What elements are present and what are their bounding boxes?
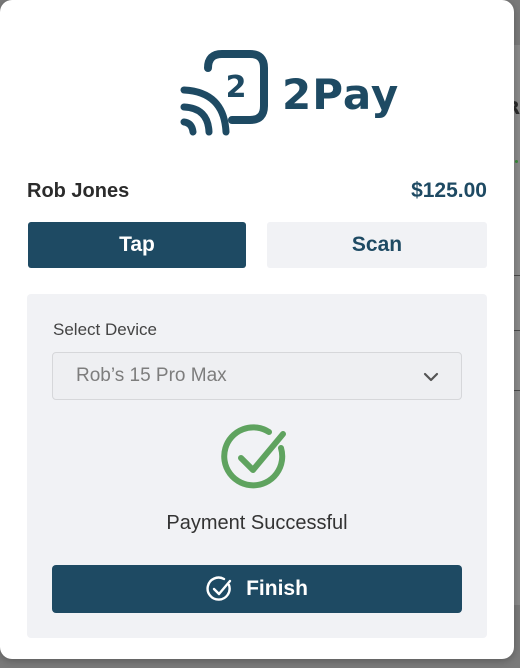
payer-row: Rob Jones $125.00 [27, 178, 487, 204]
contactless-logo-icon: 2 [180, 50, 268, 136]
logo-badge-digit: 2 [226, 70, 247, 105]
chevron-down-icon [423, 372, 439, 382]
select-device-label: Select Device [53, 320, 157, 339]
brand-name: 2Pay [282, 69, 400, 119]
payment-modal: 2 2Pay Rob Jones $125.00 Tap Scan Select… [0, 0, 514, 659]
payment-status-message: Payment Successful [166, 512, 348, 534]
finish-button-label: Finish [246, 577, 308, 600]
device-panel: Select Device Rob’s 15 Pro Max Payment S… [27, 294, 487, 638]
payer-name: Rob Jones [27, 179, 130, 202]
check-circle-outline-icon [206, 576, 232, 601]
device-select[interactable]: Rob’s 15 Pro Max [52, 352, 462, 400]
brand-logo: 2 2Pay [180, 50, 400, 138]
tap-mode-button[interactable]: Tap [28, 222, 246, 268]
check-circle-icon [221, 424, 286, 489]
scan-mode-button[interactable]: Scan [267, 222, 487, 268]
background-status-dot [515, 160, 518, 163]
device-select-value: Rob’s 15 Pro Max [76, 365, 227, 386]
finish-button[interactable]: Finish [52, 565, 462, 613]
payment-amount: $125.00 [411, 179, 487, 202]
